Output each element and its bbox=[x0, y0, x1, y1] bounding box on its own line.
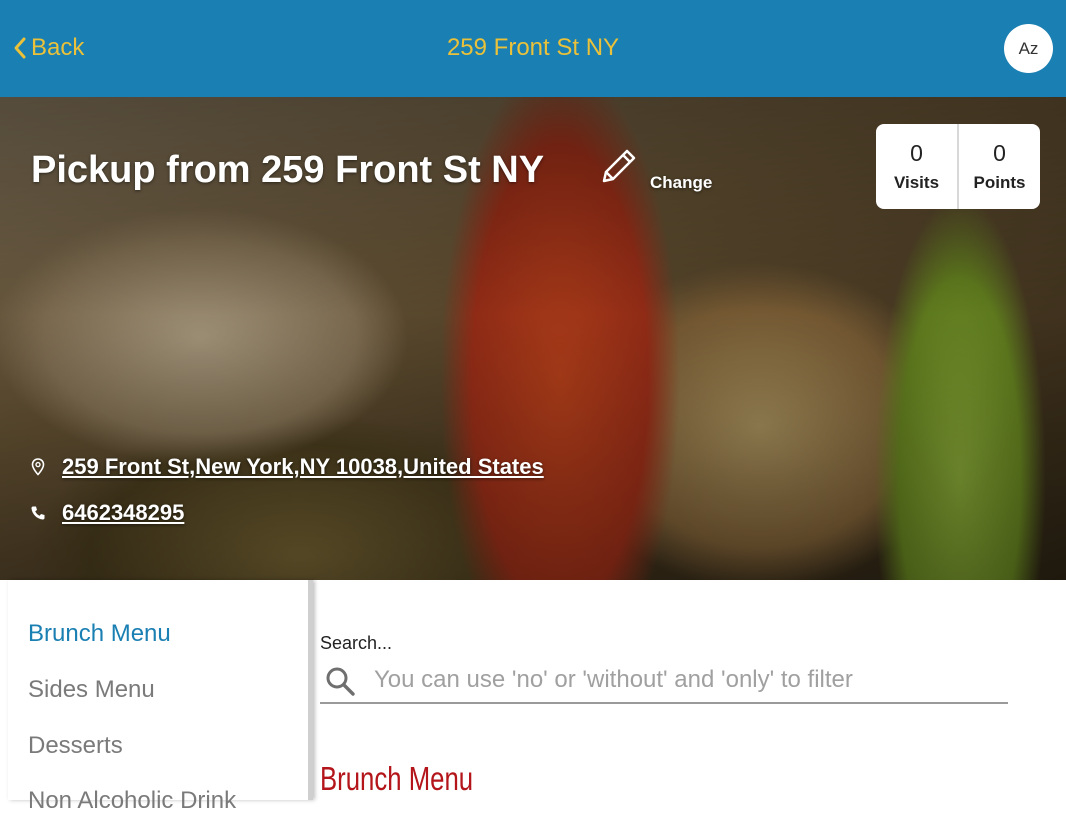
avatar[interactable]: Az bbox=[1004, 24, 1053, 73]
hero-banner: Pickup from 259 Front St NY Change 0 Vis… bbox=[0, 97, 1066, 580]
page-title: 259 Front St NY bbox=[446, 34, 620, 61]
sidebar-item-sides-menu[interactable]: Sides Menu bbox=[28, 676, 155, 704]
change-label: Change bbox=[650, 173, 713, 192]
change-location-button[interactable]: Change bbox=[598, 145, 728, 195]
phone-link[interactable]: 6462348295 bbox=[62, 500, 184, 526]
pickup-title: Pickup from 259 Front St NY bbox=[31, 149, 545, 191]
search-icon bbox=[326, 667, 355, 696]
visits-label: Visits bbox=[893, 173, 940, 192]
top-bar: Back 259 Front St NY Az bbox=[0, 0, 1066, 97]
points-label: Points bbox=[973, 173, 1026, 192]
sidebar-item-desserts[interactable]: Desserts bbox=[28, 732, 123, 760]
search-box bbox=[320, 658, 1008, 704]
address-row: 259 Front St,New York,NY 10038,United St… bbox=[30, 454, 544, 480]
visits-value: 0 bbox=[910, 140, 923, 166]
search-input[interactable] bbox=[372, 662, 996, 698]
phone-icon bbox=[30, 505, 46, 521]
section-heading-brunch-menu: Brunch Menu bbox=[320, 760, 474, 797]
sidebar-item-non-alcoholic-drink[interactable]: Non Alcoholic Drink bbox=[28, 787, 236, 815]
menu-category-sidebar: Brunch Menu Sides Menu Desserts Non Alco… bbox=[8, 580, 313, 814]
loyalty-stats: 0 Visits 0 Points bbox=[876, 124, 1040, 209]
visits-stat: 0 Visits bbox=[876, 124, 957, 209]
points-stat: 0 Points bbox=[957, 124, 1040, 209]
phone-row: 6462348295 bbox=[30, 500, 184, 526]
address-link[interactable]: 259 Front St,New York,NY 10038,United St… bbox=[62, 454, 544, 480]
sidebar-item-brunch-menu[interactable]: Brunch Menu bbox=[28, 620, 171, 648]
search-label: Search... bbox=[320, 633, 393, 653]
pencil-icon bbox=[602, 149, 636, 183]
location-pin-icon bbox=[30, 458, 46, 476]
points-value: 0 bbox=[993, 140, 1006, 166]
